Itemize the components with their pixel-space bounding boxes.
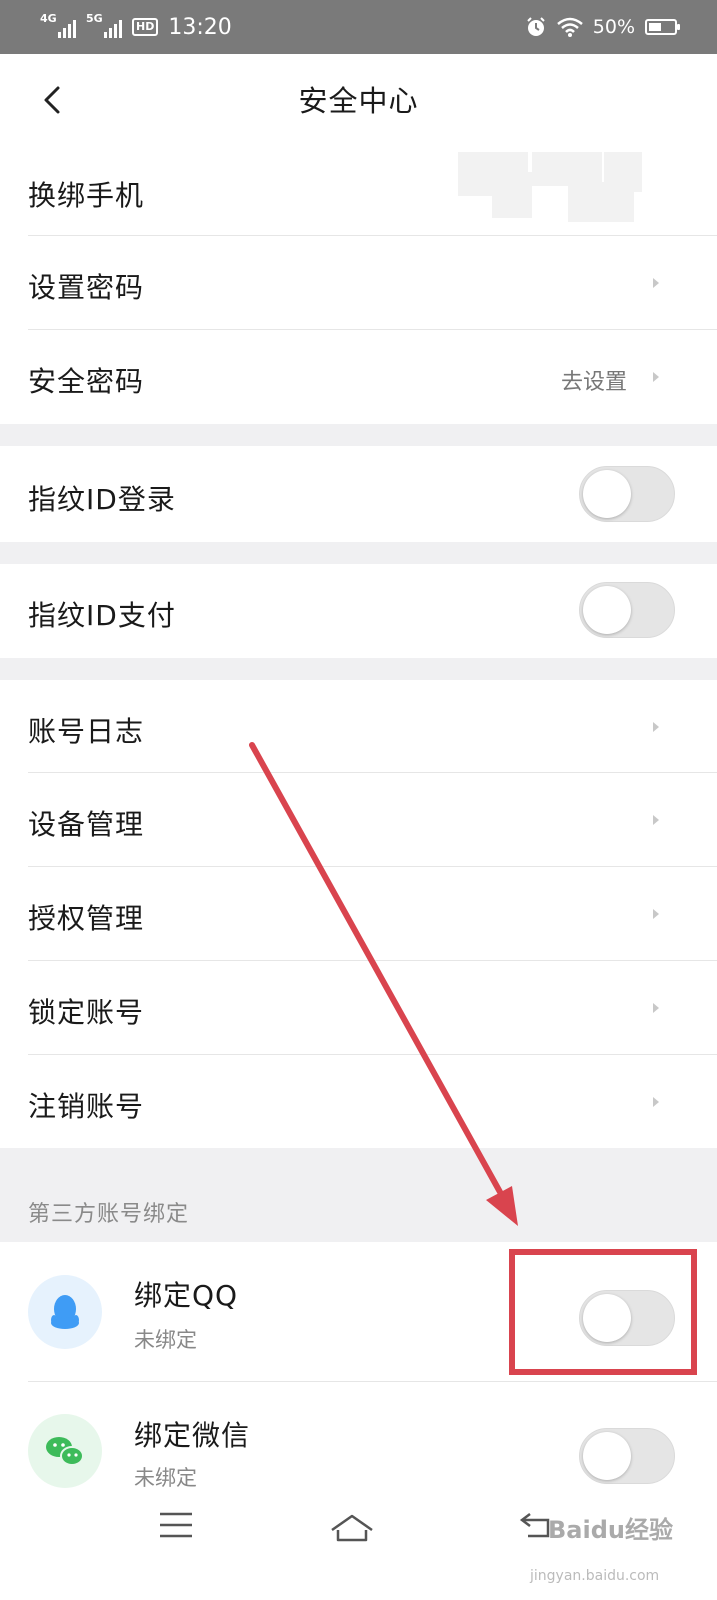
- chevron-right-icon: [653, 1003, 659, 1013]
- row-account-log[interactable]: 账号日志: [0, 680, 717, 773]
- menu-icon[interactable]: [158, 1510, 194, 1540]
- row-lock-account[interactable]: 锁定账号: [0, 961, 717, 1055]
- fingerprint-login-toggle[interactable]: [579, 466, 675, 522]
- chevron-right-icon: [653, 722, 659, 732]
- chevron-right-icon: [653, 278, 659, 288]
- wifi-icon: [556, 17, 583, 37]
- annotation-highlight-box: [509, 1249, 697, 1375]
- watermark-text: Baidu经验: [548, 1516, 673, 1544]
- home-icon[interactable]: [328, 1510, 376, 1544]
- section-title: 第三方账号绑定: [28, 1202, 190, 1227]
- signal-5g-icon: 5G: [86, 12, 122, 38]
- bind-qq-title: 绑定QQ: [134, 1279, 239, 1312]
- toggle-knob: [583, 470, 631, 518]
- bind-wechat-toggle[interactable]: [579, 1428, 675, 1484]
- row-label: 安全密码: [28, 365, 145, 398]
- signal-4g-label: 4G: [40, 12, 57, 25]
- wechat-icon: [28, 1414, 102, 1488]
- row-security-password[interactable]: 安全密码 去设置: [0, 330, 717, 424]
- battery-icon: [645, 19, 680, 35]
- row-delete-account[interactable]: 注销账号: [0, 1055, 717, 1148]
- third-party-section-header: 第三方账号绑定: [0, 1148, 717, 1242]
- row-label: 锁定账号: [28, 996, 145, 1029]
- row-label: 授权管理: [28, 902, 145, 935]
- row-value: 去设置: [560, 370, 627, 395]
- row-change-phone[interactable]: 换绑手机: [0, 146, 717, 236]
- fingerprint-pay-toggle[interactable]: [579, 582, 675, 638]
- section-gap: [0, 542, 717, 564]
- chevron-right-icon: [653, 815, 659, 825]
- blurred-phone-number: [458, 152, 680, 222]
- status-left: 4G 5G HD 13:20: [40, 10, 232, 44]
- row-set-password[interactable]: 设置密码: [0, 236, 717, 330]
- row-label: 指纹ID登录: [28, 483, 176, 516]
- row-label: 换绑手机: [28, 179, 145, 212]
- signal-4g-icon: 4G: [40, 12, 76, 38]
- qq-icon: [28, 1275, 102, 1349]
- alarm-icon: [527, 17, 545, 36]
- row-fingerprint-pay: 指纹ID支付: [0, 564, 717, 658]
- chevron-right-icon: [653, 372, 659, 382]
- row-authorization-management[interactable]: 授权管理: [0, 867, 717, 961]
- toggle-knob: [583, 1432, 631, 1480]
- row-bind-wechat: 绑定微信 未绑定: [0, 1382, 717, 1490]
- row-label: 账号日志: [28, 715, 145, 748]
- watermark-sub: jingyan.baidu.com: [530, 1568, 660, 1584]
- status-bar: 4G 5G HD 13:20 50%: [0, 0, 717, 54]
- row-label: 注销账号: [28, 1090, 145, 1123]
- bind-qq-status: 未绑定: [134, 1328, 197, 1352]
- chevron-right-icon: [653, 909, 659, 919]
- bind-wechat-title: 绑定微信: [134, 1419, 251, 1452]
- page-title: 安全中心: [298, 84, 419, 118]
- section-gap: [0, 424, 717, 446]
- status-time: 13:20: [168, 14, 232, 40]
- row-label: 设置密码: [28, 271, 145, 304]
- battery-percent: 50%: [592, 16, 635, 38]
- battery-fill: [649, 23, 661, 31]
- row-fingerprint-login: 指纹ID登录: [0, 446, 717, 542]
- status-right: 50%: [525, 10, 680, 44]
- section-gap: [0, 658, 717, 680]
- hd-badge: HD: [132, 18, 159, 36]
- toggle-knob: [583, 586, 631, 634]
- row-label: 指纹ID支付: [28, 599, 176, 632]
- row-device-management[interactable]: 设备管理: [0, 773, 717, 867]
- header: 安全中心: [0, 54, 717, 146]
- chevron-right-icon: [653, 1097, 659, 1107]
- signal-5g-label: 5G: [86, 12, 103, 25]
- row-label: 设备管理: [28, 808, 145, 841]
